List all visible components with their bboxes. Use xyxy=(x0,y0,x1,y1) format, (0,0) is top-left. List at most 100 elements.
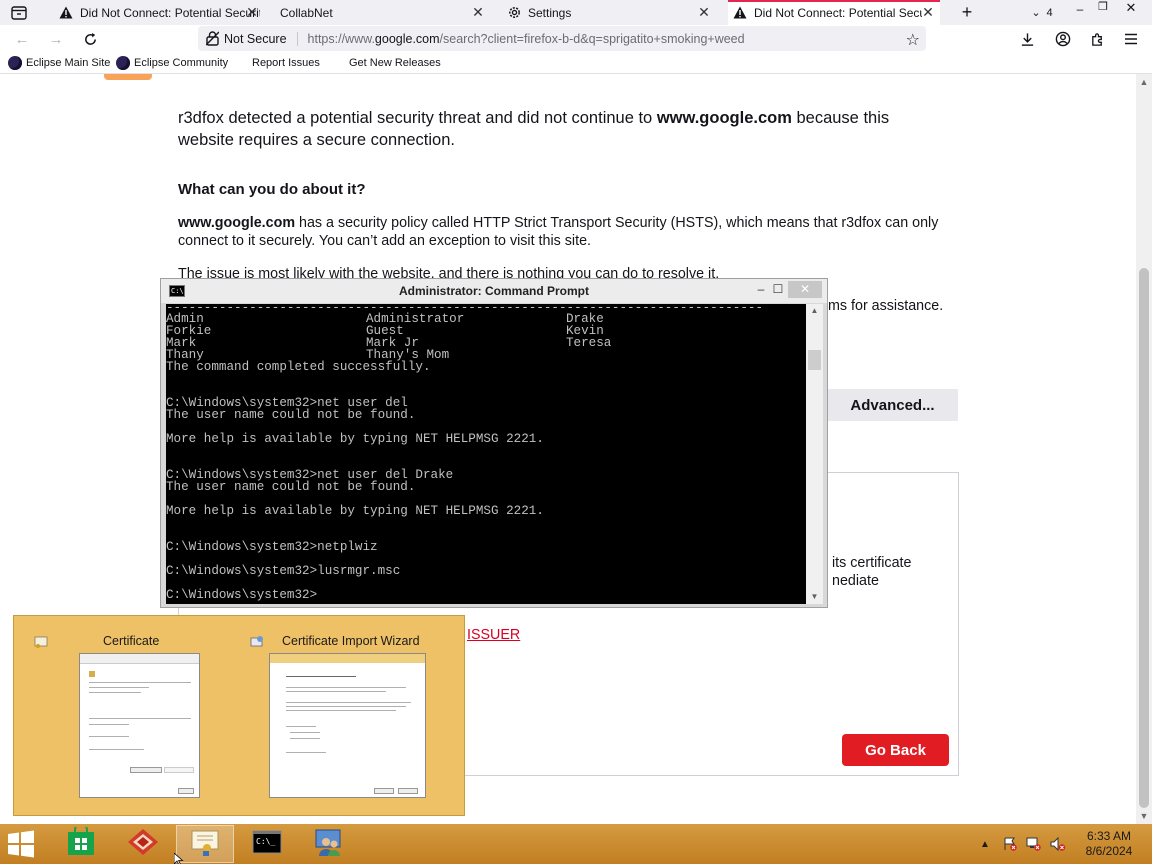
command-prompt-app-button[interactable]: C:\_ xyxy=(238,825,296,863)
certificate-icon xyxy=(34,635,48,649)
user-row: Admin Administrator Drake xyxy=(166,313,806,326)
url-text[interactable]: https://www.google.com/search?client=fir… xyxy=(308,32,745,46)
close-icon[interactable]: ✕ xyxy=(788,281,822,298)
advanced-button[interactable]: Advanced... xyxy=(827,389,958,421)
close-tab-icon[interactable]: ✕ xyxy=(696,4,712,20)
extensions-icon[interactable] xyxy=(1086,28,1108,50)
restore-icon[interactable]: ❐ xyxy=(1094,0,1112,19)
scroll-up-icon[interactable]: ▲ xyxy=(1136,74,1152,90)
certificate-thumbnail xyxy=(79,653,200,798)
bookmark-report-issues[interactable]: Report Issues xyxy=(252,55,320,71)
tab-security-issue-active[interactable]: Did Not Connect: Potential Security Issu… xyxy=(728,0,940,25)
assistance-text: ms for assistance. xyxy=(828,298,944,314)
back-arrow-icon[interactable]: ← xyxy=(11,28,33,50)
window-title: Administrator: Command Prompt xyxy=(398,284,589,298)
close-tab-icon[interactable]: ✕ xyxy=(244,4,260,20)
tab-overflow-button[interactable]: ⌄ 4 xyxy=(1024,0,1060,25)
tab-title: CollabNet xyxy=(280,5,333,20)
scroll-up-icon[interactable]: ▲ xyxy=(806,304,823,318)
url-path: /search?client=firefox-b-d&q=sprigatito+… xyxy=(439,31,745,46)
bookmark-star-icon[interactable]: ☆ xyxy=(906,30,920,50)
bookmark-get-new-releases[interactable]: Get New Releases xyxy=(349,55,441,71)
url-domain: google.com xyxy=(374,31,440,46)
volume-muted-icon[interactable] xyxy=(1050,824,1066,864)
scroll-down-icon[interactable]: ▼ xyxy=(806,590,823,604)
scroll-down-icon[interactable]: ▼ xyxy=(1136,808,1152,824)
command-prompt-window[interactable]: C:\ Administrator: Command Prompt – ☐ ✕ … xyxy=(160,278,828,608)
certificate-icon xyxy=(189,828,221,861)
user-row: Mark Mark Jr Teresa xyxy=(166,336,806,350)
tab-list-icon[interactable] xyxy=(8,0,30,25)
forward-arrow-icon[interactable]: → xyxy=(45,28,67,50)
close-tab-icon[interactable]: ✕ xyxy=(470,4,486,20)
preview-certificate-import-wizard[interactable]: Certificate Import Wizard xyxy=(244,616,464,816)
user-name xyxy=(566,349,766,361)
preview-certificate[interactable]: Certificate xyxy=(24,616,214,816)
windows-start-icon[interactable] xyxy=(6,829,38,861)
tab-security-issue-1[interactable]: Did Not Connect: Potential Security Issu… xyxy=(56,0,260,25)
console-scrollbar[interactable]: ▲ ▼ xyxy=(806,304,823,604)
what-can-you-do-heading: What can you do about it? xyxy=(178,181,366,198)
chevron-up-icon: ▲ xyxy=(980,838,990,850)
new-tab-button[interactable]: + xyxy=(957,0,977,25)
navigation-bar: ← → Not Secure https://www.google.com/se… xyxy=(0,25,1152,52)
warning-illustration xyxy=(104,74,152,80)
maximize-icon[interactable]: ☐ xyxy=(768,281,788,298)
action-center-icon[interactable] xyxy=(1002,824,1018,864)
command-prompt-icon: C:\_ xyxy=(252,830,282,859)
error-code-link[interactable]: ISSUER xyxy=(467,627,520,643)
address-bar[interactable]: Not Secure https://www.google.com/search… xyxy=(198,26,926,51)
tab-collabnet[interactable]: CollabNet ✕ xyxy=(280,0,486,25)
reload-icon[interactable] xyxy=(79,28,101,50)
chevron-down-icon: ⌄ xyxy=(1031,7,1041,19)
network-icon[interactable] xyxy=(1026,824,1042,864)
console-output[interactable]: ----------------------------------------… xyxy=(166,304,806,604)
downloads-icon[interactable] xyxy=(1016,28,1038,50)
bookmarks-toolbar: Eclipse Main Site Eclipse Community Repo… xyxy=(0,52,1152,74)
windows-taskbar: C:\_ ▲ 6:33 AM 8/6/2024 xyxy=(0,822,1152,864)
user-name: Teresa xyxy=(566,336,612,350)
scrollbar-thumb[interactable] xyxy=(1139,268,1149,808)
user-name: Forkie xyxy=(166,324,212,338)
browser-app-button[interactable] xyxy=(114,825,172,863)
store-icon xyxy=(66,822,96,862)
scrollbar-thumb[interactable] xyxy=(808,350,821,370)
not-secure-label[interactable]: Not Secure xyxy=(224,31,298,46)
account-icon[interactable] xyxy=(1052,28,1074,50)
insecure-lock-icon[interactable] xyxy=(204,31,220,47)
store-app-button[interactable] xyxy=(52,822,110,863)
close-tab-icon[interactable]: ✕ xyxy=(920,4,936,20)
menu-icon[interactable] xyxy=(1120,28,1142,50)
warning-icon xyxy=(58,5,74,21)
minimize-icon[interactable]: – xyxy=(1070,0,1090,21)
bookmark-label: Eclipse Community xyxy=(134,57,229,69)
cert-mini-icon xyxy=(89,671,95,677)
show-hidden-icons[interactable]: ▲ xyxy=(980,824,990,864)
system-clock[interactable]: 6:33 AM 8/6/2024 xyxy=(1074,829,1144,859)
users-icon xyxy=(314,828,344,861)
intermediate-text: nediate xyxy=(832,573,879,589)
bookmark-eclipse-community[interactable]: Eclipse Community xyxy=(116,55,228,71)
user-accounts-app-button[interactable] xyxy=(300,825,358,863)
tab-count: 4 xyxy=(1046,6,1053,19)
tab-title: Settings xyxy=(528,5,572,20)
certificate-wizard-icon xyxy=(250,635,264,649)
clock-date: 8/6/2024 xyxy=(1085,844,1133,858)
command-prompt-titlebar[interactable]: C:\ Administrator: Command Prompt – ☐ ✕ xyxy=(161,279,827,303)
console-line: More help is available by typing NET HEL… xyxy=(166,432,544,446)
mouse-cursor xyxy=(173,852,184,864)
preview-title: Certificate Import Wizard xyxy=(282,634,420,648)
close-window-icon[interactable]: ✕ xyxy=(1120,0,1142,20)
console-prompt[interactable]: C:\Windows\system32> xyxy=(166,589,806,602)
svg-text:C:\_: C:\_ xyxy=(256,837,275,846)
tab-title: Did Not Connect: Potential Security Issu… xyxy=(80,5,260,20)
separator-line: ----------------------------------------… xyxy=(166,304,764,315)
go-back-button[interactable]: Go Back xyxy=(842,734,949,766)
bookmark-eclipse-main-site[interactable]: Eclipse Main Site xyxy=(8,55,110,71)
tab-settings[interactable]: Settings ✕ xyxy=(506,0,712,25)
certificate-app-button[interactable] xyxy=(176,825,234,863)
hsts-explanation: www.google.com has a security policy cal… xyxy=(178,214,948,250)
page-scrollbar[interactable]: ▲ ▼ xyxy=(1136,74,1152,824)
